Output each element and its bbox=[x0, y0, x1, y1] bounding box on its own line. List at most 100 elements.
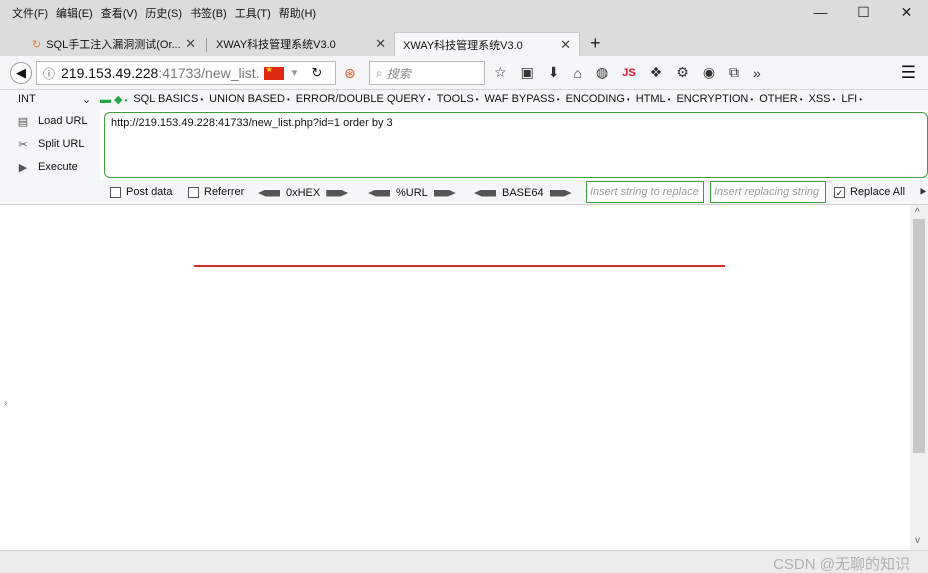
execute-button[interactable]: ▶ Execute bbox=[16, 160, 78, 174]
hackbar-toolbar: INT ⌄ ▬ ◆ SQL BASICS UNION BASED ERROR/D… bbox=[0, 90, 928, 110]
arrow-left-icon[interactable] bbox=[258, 189, 280, 197]
checkbox-box-checked bbox=[834, 186, 845, 198]
tab-manager-icon[interactable]: ⧉ bbox=[729, 64, 739, 81]
hamburger-menu-icon[interactable]: ☰ bbox=[901, 63, 916, 83]
menu-html[interactable]: HTML bbox=[636, 93, 671, 106]
home-icon[interactable]: ⌂ bbox=[574, 65, 582, 81]
checkbox-box bbox=[110, 186, 121, 198]
replace-all-label: Replace All bbox=[850, 186, 906, 198]
menu-file[interactable]: 文件(F) bbox=[12, 5, 48, 21]
hackbar-actions: ▤ Load URL ✂ Split URL ▶ Execute bbox=[0, 110, 100, 206]
menu-encryption[interactable]: ENCRYPTION bbox=[676, 93, 753, 106]
tab-close-icon[interactable]: ✕ bbox=[185, 36, 196, 52]
load-url-button[interactable]: ▤ Load URL bbox=[16, 114, 88, 128]
close-window-button[interactable]: ✕ bbox=[885, 0, 928, 24]
menu-history[interactable]: 历史(S) bbox=[145, 5, 182, 21]
extension-icon[interactable]: ❖ bbox=[650, 64, 663, 81]
menu-other[interactable]: OTHER bbox=[759, 93, 802, 106]
arrow-left-icon[interactable] bbox=[368, 189, 390, 197]
toolbar-icons: ☆ ▣ ⬇ ⌂ ◍ JS ❖ ⚙ ◉ ⧉ » bbox=[494, 64, 761, 81]
replace-string-input[interactable]: Insert string to replace bbox=[586, 181, 704, 203]
menu-waf-bypass[interactable]: WAF BYPASS bbox=[484, 93, 559, 106]
menu-edit[interactable]: 编辑(E) bbox=[56, 5, 93, 21]
menu-bar: 文件(F) 编辑(E) 查看(V) 历史(S) 书签(B) 工具(T) 帮助(H… bbox=[0, 0, 316, 21]
navigation-bar: ◀ ⓘ 219.153.49.228:41733/new_list. ▼ ↻ ⊛… bbox=[0, 56, 928, 90]
search-field[interactable]: ⌕ 搜索 bbox=[369, 61, 485, 85]
vertical-scrollbar[interactable]: ^ v bbox=[910, 205, 928, 550]
arrow-right-icon[interactable] bbox=[326, 189, 349, 197]
download-icon[interactable]: ⬇ bbox=[548, 64, 560, 81]
menu-encoding[interactable]: ENCODING bbox=[566, 93, 630, 106]
page-content bbox=[0, 205, 910, 550]
chevron-down-icon[interactable]: ⌄ bbox=[82, 93, 91, 106]
globe-icon[interactable]: ◍ bbox=[596, 64, 608, 81]
split-url-button[interactable]: ✂ Split URL bbox=[16, 137, 84, 151]
url-path: :41733/new_list. bbox=[158, 65, 260, 81]
tab-xway-active[interactable]: XWAY科技管理系统V3.0 ✕ bbox=[394, 32, 580, 56]
scrollbar-thumb[interactable] bbox=[913, 219, 925, 453]
url-encode-control[interactable]: %URL bbox=[368, 187, 456, 199]
menu-tools[interactable]: 工具(T) bbox=[235, 5, 271, 21]
red-horizontal-rule bbox=[194, 265, 725, 267]
tab-close-icon[interactable]: ✕ bbox=[375, 36, 386, 52]
info-icon: ⓘ bbox=[43, 66, 56, 81]
arrow-left-icon[interactable] bbox=[474, 189, 496, 197]
reading-list-icon[interactable]: ▣ bbox=[521, 64, 534, 81]
menu-sql-basics[interactable]: SQL BASICS bbox=[133, 93, 203, 106]
status-dots-icon: ▬ ◆ bbox=[100, 93, 127, 106]
hackbar-options: Post data Referrer 0xHEX %URL BASE64 Ins… bbox=[100, 180, 928, 204]
arrow-right-icon[interactable] bbox=[433, 189, 456, 197]
referrer-checkbox[interactable]: Referrer bbox=[188, 186, 244, 198]
replace-all-checkbox[interactable]: Replace All bbox=[834, 186, 905, 198]
url-textarea[interactable]: http://219.153.49.228:41733/new_list.php… bbox=[104, 112, 928, 178]
loading-icon: ↻ bbox=[32, 38, 42, 51]
execute-label: Execute bbox=[38, 161, 78, 173]
post-data-checkbox[interactable]: Post data bbox=[110, 186, 172, 198]
settings-icon[interactable]: ⚙ bbox=[676, 64, 689, 81]
tab-separator bbox=[206, 38, 207, 52]
tab-sql-test[interactable]: ↻ SQL手工注入漏洞测试(Or... ✕ bbox=[24, 32, 204, 56]
overflow-icon[interactable]: » bbox=[753, 65, 761, 81]
hackbar-menu: ▬ ◆ SQL BASICS UNION BASED ERROR/DOUBLE … bbox=[100, 93, 862, 106]
addon-icon[interactable]: ⊛ bbox=[344, 65, 356, 82]
js-toggle[interactable]: JS bbox=[622, 67, 635, 79]
base64-label: BASE64 bbox=[502, 187, 544, 199]
int-selector[interactable]: INT bbox=[18, 93, 36, 105]
scroll-up-icon[interactable]: ^ bbox=[915, 207, 920, 218]
menu-view[interactable]: 查看(V) bbox=[101, 5, 138, 21]
tab-close-icon[interactable]: ✕ bbox=[560, 37, 571, 53]
menu-tools[interactable]: TOOLS bbox=[437, 93, 479, 106]
more-arrow-icon[interactable]: ⯈ bbox=[918, 185, 928, 200]
menu-help[interactable]: 帮助(H) bbox=[279, 5, 316, 21]
tab-xway-1[interactable]: XWAY科技管理系统V3.0 ✕ bbox=[208, 32, 394, 56]
search-icon: ⌕ bbox=[376, 65, 383, 80]
menu-bookmarks[interactable]: 书签(B) bbox=[190, 5, 227, 21]
load-url-label: Load URL bbox=[38, 115, 88, 127]
minimize-button[interactable]: — bbox=[799, 0, 842, 24]
url-encode-label: %URL bbox=[396, 187, 428, 199]
replacing-string-input[interactable]: Insert replacing string bbox=[710, 181, 826, 203]
tab-label: XWAY科技管理系统V3.0 bbox=[216, 39, 336, 51]
back-arrow-icon: ◀ bbox=[16, 65, 26, 80]
reload-icon[interactable]: ↻ bbox=[311, 65, 322, 81]
address-bar[interactable]: ⓘ 219.153.49.228:41733/new_list. ▼ ↻ bbox=[36, 61, 336, 85]
scroll-down-icon[interactable]: v bbox=[915, 535, 920, 546]
menu-error-double-query[interactable]: ERROR/DOUBLE QUERY bbox=[296, 93, 431, 106]
proxy-icon[interactable]: ◉ bbox=[703, 64, 715, 81]
dropdown-icon[interactable]: ▼ bbox=[290, 68, 300, 79]
menu-xss[interactable]: XSS bbox=[809, 93, 836, 106]
back-button[interactable]: ◀ bbox=[10, 62, 32, 84]
bookmark-star-icon[interactable]: ☆ bbox=[494, 64, 507, 81]
menu-union-based[interactable]: UNION BASED bbox=[209, 93, 290, 106]
page-edge-arrow-icon: › bbox=[4, 398, 8, 409]
arrow-right-icon[interactable] bbox=[549, 189, 572, 197]
hex-encode-control[interactable]: 0xHEX bbox=[258, 187, 349, 199]
menu-lfi[interactable]: LFI bbox=[841, 93, 862, 106]
checkbox-box bbox=[188, 186, 199, 198]
url-host: 219.153.49.228 bbox=[61, 65, 159, 81]
new-tab-button[interactable]: + bbox=[590, 33, 601, 54]
base64-control[interactable]: BASE64 bbox=[474, 187, 572, 199]
tab-label: SQL手工注入漏洞测试(Or... bbox=[46, 39, 181, 51]
maximize-button[interactable]: ☐ bbox=[842, 0, 885, 24]
search-placeholder: 搜索 bbox=[386, 66, 411, 81]
